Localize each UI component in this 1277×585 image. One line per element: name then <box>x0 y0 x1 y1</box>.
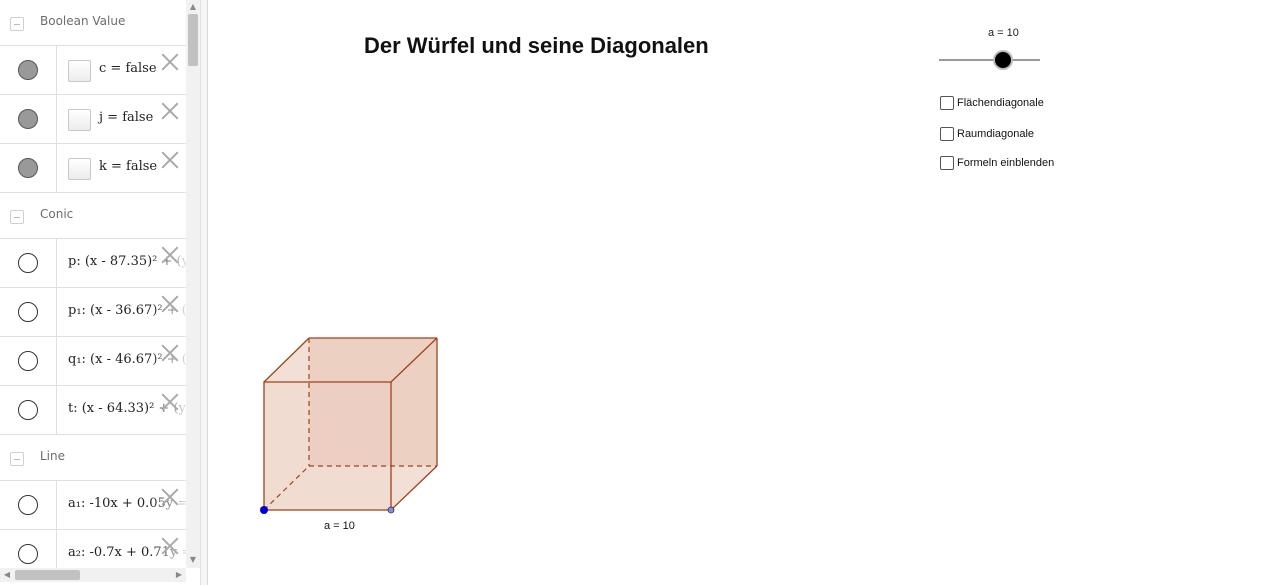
scroll-up-icon[interactable]: ▲ <box>186 0 200 14</box>
group-title: Boolean Value <box>40 14 126 28</box>
visibility-toggle[interactable] <box>18 60 38 80</box>
boolean-checkbox[interactable] <box>68 60 91 82</box>
delete-icon[interactable] <box>161 246 179 264</box>
geogebra-app: Boolean Value c = false j = false k = fa… <box>0 0 1277 585</box>
scroll-thumb[interactable] <box>188 14 198 66</box>
group-header-boolean[interactable]: Boolean Value <box>0 0 186 46</box>
algebra-row-p1[interactable]: p₁: (x - 36.67)² + (y <box>0 288 186 337</box>
algebra-expression[interactable]: k = false <box>99 159 157 174</box>
collapse-icon[interactable] <box>10 210 24 224</box>
delete-icon[interactable] <box>161 102 179 120</box>
panel-splitter[interactable] <box>200 0 208 585</box>
collapse-icon[interactable] <box>10 452 24 466</box>
horizontal-scrollbar[interactable]: ◀ ▶ <box>0 568 186 582</box>
delete-icon[interactable] <box>161 344 179 362</box>
algebra-row-q1[interactable]: q₁: (x - 46.67)² + (y <box>0 337 186 386</box>
scroll-down-icon[interactable]: ▼ <box>186 553 200 567</box>
boolean-checkbox[interactable] <box>68 158 91 180</box>
scroll-right-icon[interactable]: ▶ <box>172 568 186 582</box>
group-title: Conic <box>40 207 74 221</box>
algebra-row-k[interactable]: k = false <box>0 144 186 193</box>
collapse-icon[interactable] <box>10 17 24 31</box>
delete-icon[interactable] <box>161 488 179 506</box>
scroll-left-icon[interactable]: ◀ <box>0 568 14 582</box>
algebra-expression[interactable]: j = false <box>99 110 153 125</box>
visibility-toggle[interactable] <box>18 302 38 322</box>
delete-icon[interactable] <box>161 295 179 313</box>
visibility-toggle[interactable] <box>18 544 38 564</box>
edge-length-label: a = 10 <box>324 520 355 532</box>
visibility-toggle[interactable] <box>18 495 38 515</box>
algebra-row-c[interactable]: c = false <box>0 46 186 95</box>
algebra-row-p[interactable]: p: (x - 87.35)² + (y <box>0 239 186 288</box>
algebra-row-j[interactable]: j = false <box>0 95 186 144</box>
delete-icon[interactable] <box>161 53 179 71</box>
algebra-view: Boolean Value c = false j = false k = fa… <box>0 0 200 585</box>
algebra-row-a2[interactable]: a₂: -0.7x + 0.71y = - <box>0 530 186 568</box>
delete-icon[interactable] <box>161 393 179 411</box>
boolean-checkbox[interactable] <box>68 109 91 131</box>
algebra-expression[interactable]: c = false <box>99 61 157 76</box>
algebra-row-a1[interactable]: a₁: -10x + 0.05y = - <box>0 481 186 530</box>
visibility-toggle[interactable] <box>18 400 38 420</box>
group-title: Line <box>40 449 66 463</box>
algebra-row-t[interactable]: t: (x - 64.33)² + (y <box>0 386 186 435</box>
visibility-toggle[interactable] <box>18 351 38 371</box>
graphics-view[interactable]: Der Würfel und seine Diagonalen a = 10 F… <box>208 0 1277 585</box>
group-header-line[interactable]: Line <box>0 435 186 481</box>
cube-drawing <box>260 337 438 514</box>
point-a[interactable] <box>260 506 268 514</box>
point-b[interactable] <box>387 506 395 514</box>
algebra-list: Boolean Value c = false j = false k = fa… <box>0 0 186 568</box>
visibility-toggle[interactable] <box>18 253 38 273</box>
delete-icon[interactable] <box>161 537 179 555</box>
visibility-toggle[interactable] <box>18 109 38 129</box>
scroll-thumb[interactable] <box>15 570 80 580</box>
vertical-scrollbar[interactable]: ▲ ▼ <box>186 0 200 568</box>
visibility-toggle[interactable] <box>18 158 38 178</box>
delete-icon[interactable] <box>161 151 179 169</box>
group-header-conic[interactable]: Conic <box>0 193 186 239</box>
